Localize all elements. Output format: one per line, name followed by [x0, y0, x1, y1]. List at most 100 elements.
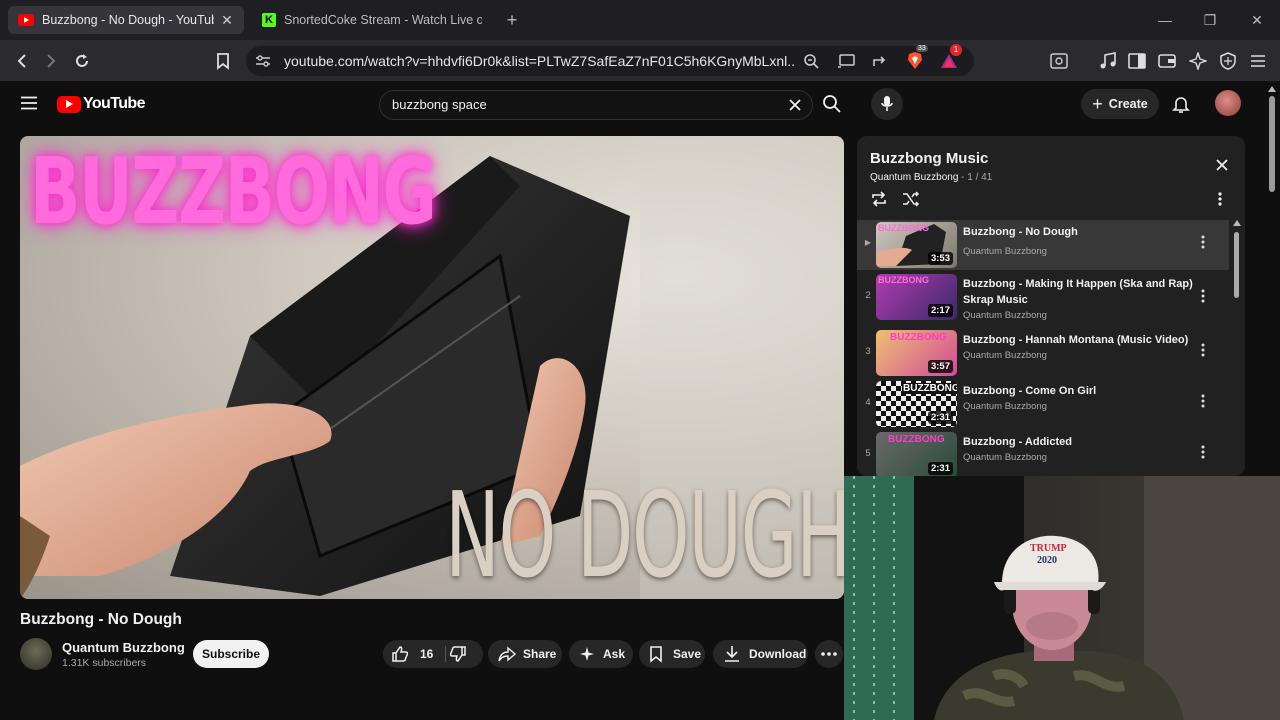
playlist-item-channel: Quantum Buzzbong: [963, 452, 1047, 463]
tab-kick-stream[interactable]: K SnortedCoke Stream - Watch Live on: [252, 6, 492, 34]
clear-search-icon[interactable]: [788, 98, 802, 112]
playlist-owner[interactable]: Quantum Buzzbong: [870, 172, 958, 183]
bookmark-icon[interactable]: [212, 50, 234, 72]
playlist-meta: Quantum Buzzbong - 1 / 41: [870, 172, 992, 183]
tab-youtube[interactable]: Buzzbong - No Dough - YouTube ✕: [8, 6, 244, 34]
playlist-item-channel: Quantum Buzzbong: [963, 310, 1047, 321]
close-playlist-icon[interactable]: [1215, 158, 1229, 172]
channel-avatar[interactable]: [20, 638, 52, 670]
like-button[interactable]: 16: [383, 640, 443, 668]
zoom-icon[interactable]: [800, 50, 822, 72]
playlist-item[interactable]: 4 BUZZBONG 2:31 Buzzbong - Come On Girl …: [857, 379, 1229, 429]
cap-text-line-1: TRUMP: [1030, 543, 1067, 554]
restore-icon[interactable]: ❐: [1200, 10, 1220, 30]
playlist-item-index: 3: [865, 346, 871, 357]
tab-title: SnortedCoke Stream - Watch Live on: [284, 13, 482, 27]
shields-badge: 33: [916, 45, 928, 52]
duration-badge: 2:31: [927, 462, 953, 475]
youtube-favicon-icon: [18, 14, 34, 26]
search-input[interactable]: buzzbong space: [379, 90, 813, 120]
scroll-up-arrow-icon[interactable]: [1233, 220, 1241, 226]
item-menu-icon[interactable]: [1201, 445, 1213, 465]
item-menu-icon[interactable]: [1201, 394, 1213, 414]
video-player[interactable]: BUZZBONG NO DOUGH: [20, 136, 844, 599]
shuffle-playlist-icon[interactable]: [902, 191, 920, 207]
create-button[interactable]: + Create: [1081, 89, 1159, 119]
playlist-item-channel: Quantum Buzzbong: [963, 246, 1047, 257]
save-button[interactable]: Save: [639, 640, 705, 668]
channel-name[interactable]: Quantum Buzzbong: [62, 640, 185, 655]
item-menu-icon[interactable]: [1201, 343, 1213, 363]
playlist-item-title: Buzzbong - No Dough: [963, 226, 1078, 238]
playlist-scroll-thumb[interactable]: [1234, 232, 1239, 298]
download-button[interactable]: Download: [713, 640, 808, 668]
forward-icon[interactable]: [40, 50, 62, 72]
thumb-brand-text: BUZZBONG: [902, 383, 957, 394]
microphone-icon: [881, 96, 893, 111]
webcam-scene: [844, 476, 1280, 720]
thumb-brand-text: BUZZBONG: [878, 223, 929, 233]
create-label: Create: [1108, 97, 1148, 111]
ask-label: Ask: [603, 647, 626, 661]
subscribe-button[interactable]: Subscribe: [193, 640, 269, 668]
minimize-icon[interactable]: —: [1155, 10, 1175, 30]
duration-badge: 3:57: [927, 360, 953, 373]
ask-button[interactable]: Ask: [569, 640, 633, 668]
youtube-logo[interactable]: YouTube: [57, 95, 145, 113]
share-page-icon[interactable]: [869, 50, 891, 72]
leo-ai-icon[interactable]: [1187, 50, 1209, 72]
page-scroll-thumb[interactable]: [1269, 96, 1275, 192]
playlist-item[interactable]: 2 BUZZBONG 2:17 Buzzbong - Making It Hap…: [857, 272, 1229, 326]
voice-search-button[interactable]: [871, 88, 903, 120]
item-menu-icon[interactable]: [1201, 235, 1213, 255]
brave-shields-icon[interactable]: 33: [904, 45, 928, 72]
window-close-icon[interactable]: ✕: [1247, 10, 1267, 30]
playlist-item[interactable]: 3 BUZZBONG 3:57 Buzzbong - Hannah Montan…: [857, 328, 1229, 378]
dislike-button[interactable]: [449, 645, 467, 663]
more-actions-button[interactable]: [815, 640, 843, 668]
address-bar[interactable]: youtube.com/watch?v=hhdvfi6Dr0k&list=PLT…: [246, 44, 974, 76]
account-avatar[interactable]: [1215, 90, 1241, 116]
browser-menu-icon[interactable]: [1247, 50, 1269, 72]
browser-tab-strip: Buzzbong - No Dough - YouTube ✕ K Snorte…: [0, 0, 1280, 40]
vpn-icon[interactable]: [1217, 50, 1239, 72]
playlist-title[interactable]: Buzzbong Music: [870, 150, 988, 167]
youtube-header: YouTube buzzbong space + Create: [0, 82, 1280, 128]
playlist-thumbnail: BUZZBONG 2:17: [876, 274, 957, 320]
tab-title: Buzzbong - No Dough - YouTube: [42, 13, 214, 27]
playlist-item-channel: Quantum Buzzbong: [963, 350, 1047, 361]
playlist-thumbnail: BUZZBONG 3:57: [876, 330, 957, 376]
like-dislike-group: 16: [383, 640, 483, 668]
share-icon: [498, 646, 516, 662]
video-title: Buzzbong - No Dough: [20, 611, 182, 628]
reload-icon[interactable]: [71, 50, 93, 72]
close-tab-icon[interactable]: ✕: [220, 13, 234, 27]
item-menu-icon[interactable]: [1201, 289, 1213, 309]
cast-icon[interactable]: [835, 50, 857, 72]
playlist-scrollbar[interactable]: [1233, 220, 1241, 476]
playlist-options-icon[interactable]: [1218, 192, 1222, 206]
playlist-item[interactable]: 5 BUZZBONG 2:31 Buzzbong - Addicted Quan…: [857, 430, 1229, 476]
notifications-bell-icon[interactable]: [1172, 94, 1190, 114]
playlist-item-index: 4: [865, 397, 871, 408]
rewards-badge: 1: [950, 44, 962, 56]
loop-playlist-icon[interactable]: [870, 191, 888, 207]
back-icon[interactable]: [11, 50, 33, 72]
wallet-icon[interactable]: [1156, 50, 1178, 72]
brave-rewards-icon[interactable]: 1: [938, 44, 962, 72]
page-scroll-up-icon[interactable]: [1268, 86, 1276, 92]
duration-badge: 2:17: [927, 304, 953, 317]
sparkle-icon: [580, 647, 594, 661]
playlist-item-title: Buzzbong - Making It Happen (Ska and Rap…: [963, 278, 1193, 306]
hamburger-menu-icon[interactable]: [20, 96, 38, 110]
new-tab-plus-icon[interactable]: +: [502, 10, 522, 30]
sidebar-toggle-icon[interactable]: [1126, 50, 1148, 72]
reader-mode-icon[interactable]: [1048, 50, 1070, 72]
site-settings-icon[interactable]: [252, 50, 274, 72]
plus-icon: +: [1092, 94, 1103, 114]
playlist-item-title: Buzzbong - Come On Girl: [963, 385, 1097, 397]
media-controls-icon[interactable]: [1097, 50, 1119, 72]
playlist-item[interactable]: ▶ BUZZBONG 3:53 Buzzbong - No Dough Quan…: [857, 220, 1229, 270]
share-button[interactable]: Share: [488, 640, 562, 668]
search-icon[interactable]: [822, 94, 842, 114]
